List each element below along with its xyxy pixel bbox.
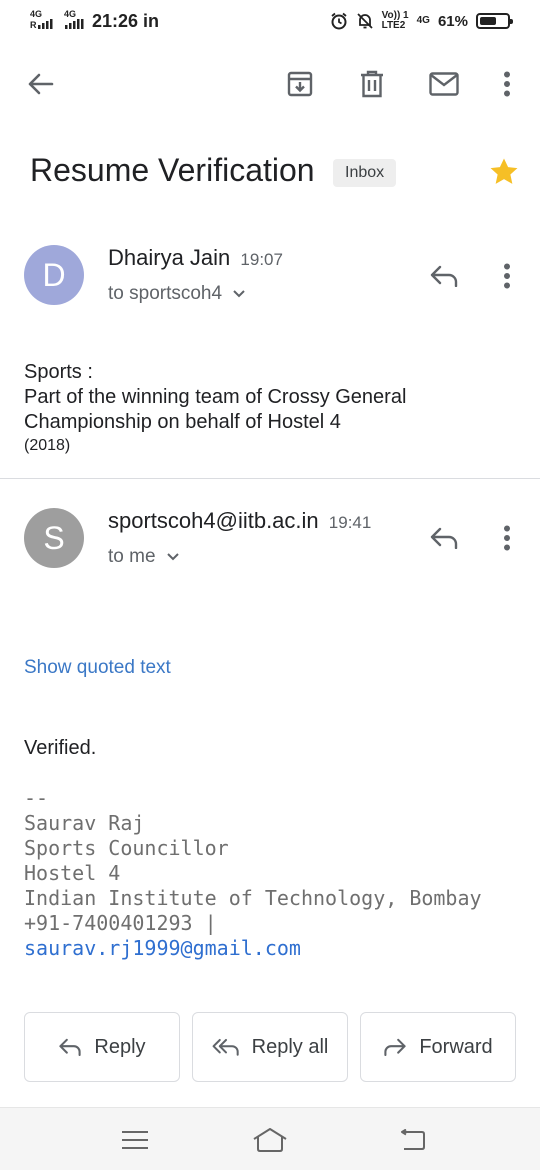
recipient-details[interactable]: to me — [108, 546, 180, 568]
network-type-2: 4G — [64, 9, 77, 19]
signature-email-link[interactable]: saurav.rj1999@gmail.com — [24, 936, 482, 961]
battery-percent: 61% — [437, 12, 468, 30]
inbox-label-chip[interactable]: Inbox — [333, 159, 397, 187]
reply-all-button[interactable]: Reply all — [192, 1012, 348, 1082]
alarm-icon — [331, 12, 347, 30]
signature-phone: +91-7400401293 | — [24, 911, 217, 935]
avatar[interactable]: S — [24, 508, 84, 568]
sender-name: sportscoh4@iitb.ac.in — [108, 508, 319, 533]
recipient-text: to sportscoh4 — [108, 283, 223, 304]
menu-icon[interactable] — [115, 1124, 155, 1156]
reply-button[interactable]: Reply — [24, 1012, 180, 1082]
signature-institute: Indian Institute of Technology, Bombay — [24, 886, 482, 910]
recipient-text: to me — [108, 546, 156, 567]
forward-label: Forward — [419, 1035, 493, 1058]
app-toolbar — [0, 52, 540, 116]
signature-hostel: Hostel 4 — [24, 861, 121, 885]
body-line: Sports : — [24, 361, 93, 383]
email-subject: Resume Verification — [30, 152, 315, 188]
back-nav-icon[interactable] — [392, 1124, 432, 1156]
reply-all-icon — [212, 1038, 239, 1056]
body-line: Championship on behalf of Hostel 4 — [24, 411, 341, 433]
battery-fill — [480, 17, 496, 25]
signature-dash: -- — [24, 786, 49, 810]
trash-icon[interactable] — [354, 66, 390, 102]
archive-icon[interactable] — [282, 66, 318, 102]
reply-icon — [59, 1038, 82, 1056]
sender-name: Dhairya Jain — [108, 245, 231, 270]
reply-icon[interactable] — [424, 518, 464, 558]
reply-icon[interactable] — [424, 256, 464, 296]
home-icon[interactable] — [250, 1124, 290, 1156]
show-quoted-text-link[interactable]: Show quoted text — [24, 657, 171, 679]
message-divider — [0, 478, 540, 479]
lte-text: LTE2 — [381, 20, 406, 31]
network-type-1: 4G — [30, 9, 43, 19]
status-icons: Vo)) 1 LTE2 4G 61% — [330, 10, 513, 32]
more-vert-icon[interactable] — [489, 66, 525, 102]
star-icon[interactable] — [487, 155, 521, 189]
body-line: (2018) — [24, 437, 71, 454]
message-time: 19:41 — [328, 513, 372, 532]
sender-line: sportscoh4@iitb.ac.in 19:41 — [108, 508, 371, 534]
system-nav-bar — [0, 1107, 540, 1170]
avatar[interactable]: D — [24, 245, 84, 305]
signature-role: Sports Councillor — [24, 836, 229, 860]
arrow-left-icon[interactable] — [22, 66, 58, 102]
message-body-2: Verified. — [24, 737, 97, 759]
more-vert-icon[interactable] — [487, 256, 527, 296]
mail-icon[interactable] — [426, 66, 462, 102]
clock: 21:26 in — [92, 11, 160, 31]
forward-icon — [384, 1038, 406, 1056]
battery-icon — [476, 13, 513, 29]
signal-icon: R — [30, 19, 53, 30]
reply-label: Reply — [94, 1035, 146, 1058]
signature: -- Saurav Raj Sports Councillor Hostel 4 Ind… — [24, 786, 482, 961]
status-bar: 4G R 4G 21:26 in Vo)) 1 LTE2 4G 61% — [0, 0, 540, 42]
svg-text:R: R — [30, 20, 37, 29]
more-vert-icon[interactable] — [487, 518, 527, 558]
message-body-1: Sports : Part of the winning team of Cro… — [24, 360, 524, 457]
chevron-down-icon — [166, 553, 179, 561]
network-indicator-1: 4G R — [30, 10, 58, 31]
volte-indicator: Vo)) 1 LTE2 — [382, 11, 409, 31]
body-line: Part of the winning team of Crossy Gener… — [24, 386, 407, 408]
network-type-3: 4G — [416, 15, 430, 26]
network-indicator-2: 4G — [64, 10, 88, 31]
sender-line: Dhairya Jain 19:07 — [108, 245, 283, 271]
mute-bell-icon — [356, 13, 373, 29]
message-time: 19:07 — [240, 250, 283, 269]
recipient-details[interactable]: to sportscoh4 — [108, 283, 246, 305]
chevron-down-icon — [233, 290, 245, 298]
signal-icon — [65, 19, 84, 29]
signature-name: Saurav Raj — [24, 811, 145, 835]
forward-button[interactable]: Forward — [360, 1012, 516, 1082]
reply-all-label: Reply all — [251, 1035, 329, 1058]
